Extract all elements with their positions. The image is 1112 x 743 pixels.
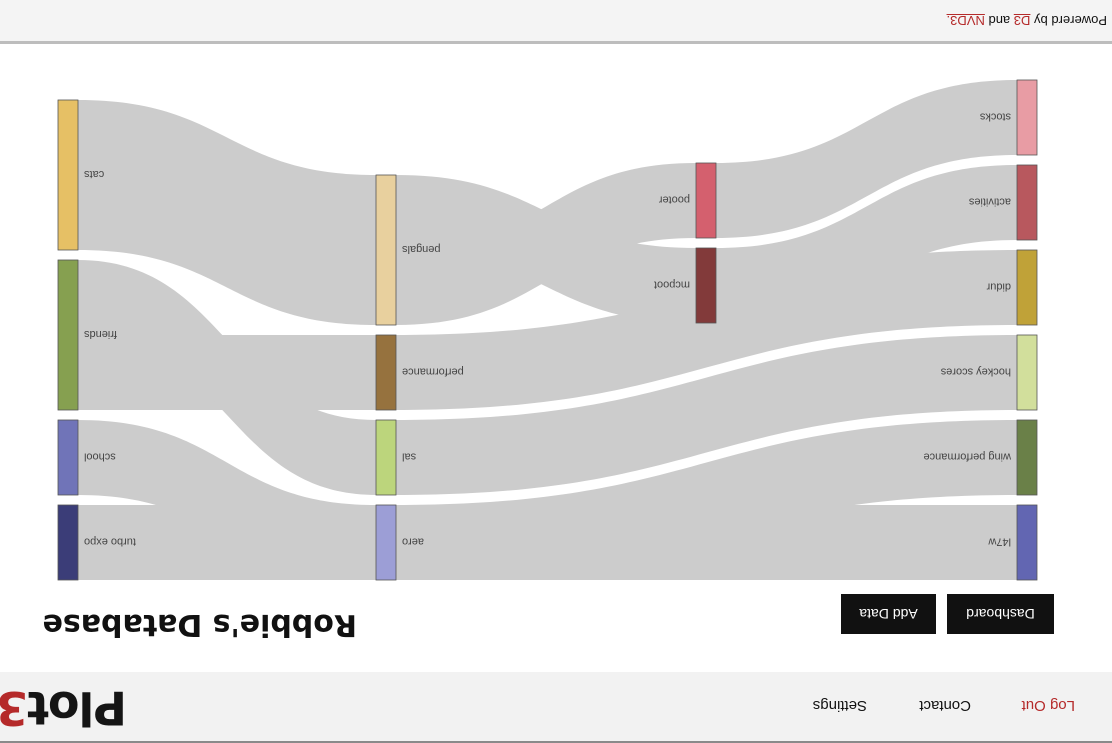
sankey-label-pengals: pengals <box>402 243 441 255</box>
sankey-node-pengals[interactable] <box>375 174 397 326</box>
sankey-label-aero: aero <box>402 536 424 548</box>
sankey-label-turbo-expo: turbo expo <box>84 536 136 548</box>
sankey-label-cats: cats <box>84 168 105 180</box>
sankey-node-turbo-expo[interactable] <box>57 504 79 581</box>
sankey-label-performance: performance <box>402 366 464 378</box>
sankey-label-stocks: stocks <box>979 111 1011 123</box>
sankey-node-school[interactable] <box>57 419 79 496</box>
sankey-node-cats[interactable] <box>57 99 79 251</box>
sankey-label-wing-performance: wing performance <box>924 451 1012 463</box>
sankey-node-stocks[interactable] <box>1016 79 1038 156</box>
sankey-label-hockey-scores: hockey scores <box>940 366 1011 378</box>
sankey-node-aero[interactable] <box>375 504 397 581</box>
sankey-label-pooter: pooter <box>658 194 690 206</box>
powered-by-text: Powererd by D3 and NVD3. <box>947 13 1107 28</box>
sankey-node-friends[interactable] <box>57 259 79 411</box>
d3-link[interactable]: D3 <box>1014 13 1031 28</box>
sankey-node-pooter[interactable] <box>695 162 717 239</box>
sankey-label-school: school <box>84 451 116 463</box>
sankey-node-performance[interactable] <box>375 334 397 411</box>
sankey-node-didur[interactable] <box>1016 249 1038 326</box>
powered-by-prefix: Powererd by <box>1030 13 1107 28</box>
sankey-node-wing-performance[interactable] <box>1016 419 1038 496</box>
sankey-node-sal[interactable] <box>375 419 397 496</box>
sankey-label-mcpoot: mcpoot <box>654 279 690 291</box>
sankey-diagram: cats friends school turbo expo pengals perfor… <box>57 79 1038 581</box>
sankey-node-mcpoot[interactable] <box>695 247 717 324</box>
sankey-node-activities[interactable] <box>1016 164 1038 241</box>
nvd3-link[interactable]: NVD3. <box>947 13 985 28</box>
sankey-label-didur: didur <box>986 281 1011 293</box>
powered-by-and: and <box>984 13 1014 28</box>
footer-bar <box>0 0 1112 44</box>
sankey-label-l47w: l47w <box>988 536 1011 548</box>
sankey-label-friends: friends <box>84 328 118 340</box>
sankey-node-hockey-scores[interactable] <box>1016 334 1038 411</box>
sankey-links <box>78 80 1017 580</box>
sankey-label-activities: activities <box>968 196 1011 208</box>
sankey-label-sal: sal <box>402 451 416 463</box>
sankey-node-l47w[interactable] <box>1016 504 1038 581</box>
sankey-link-turbo_expo-to-l47w[interactable] <box>78 505 1017 580</box>
